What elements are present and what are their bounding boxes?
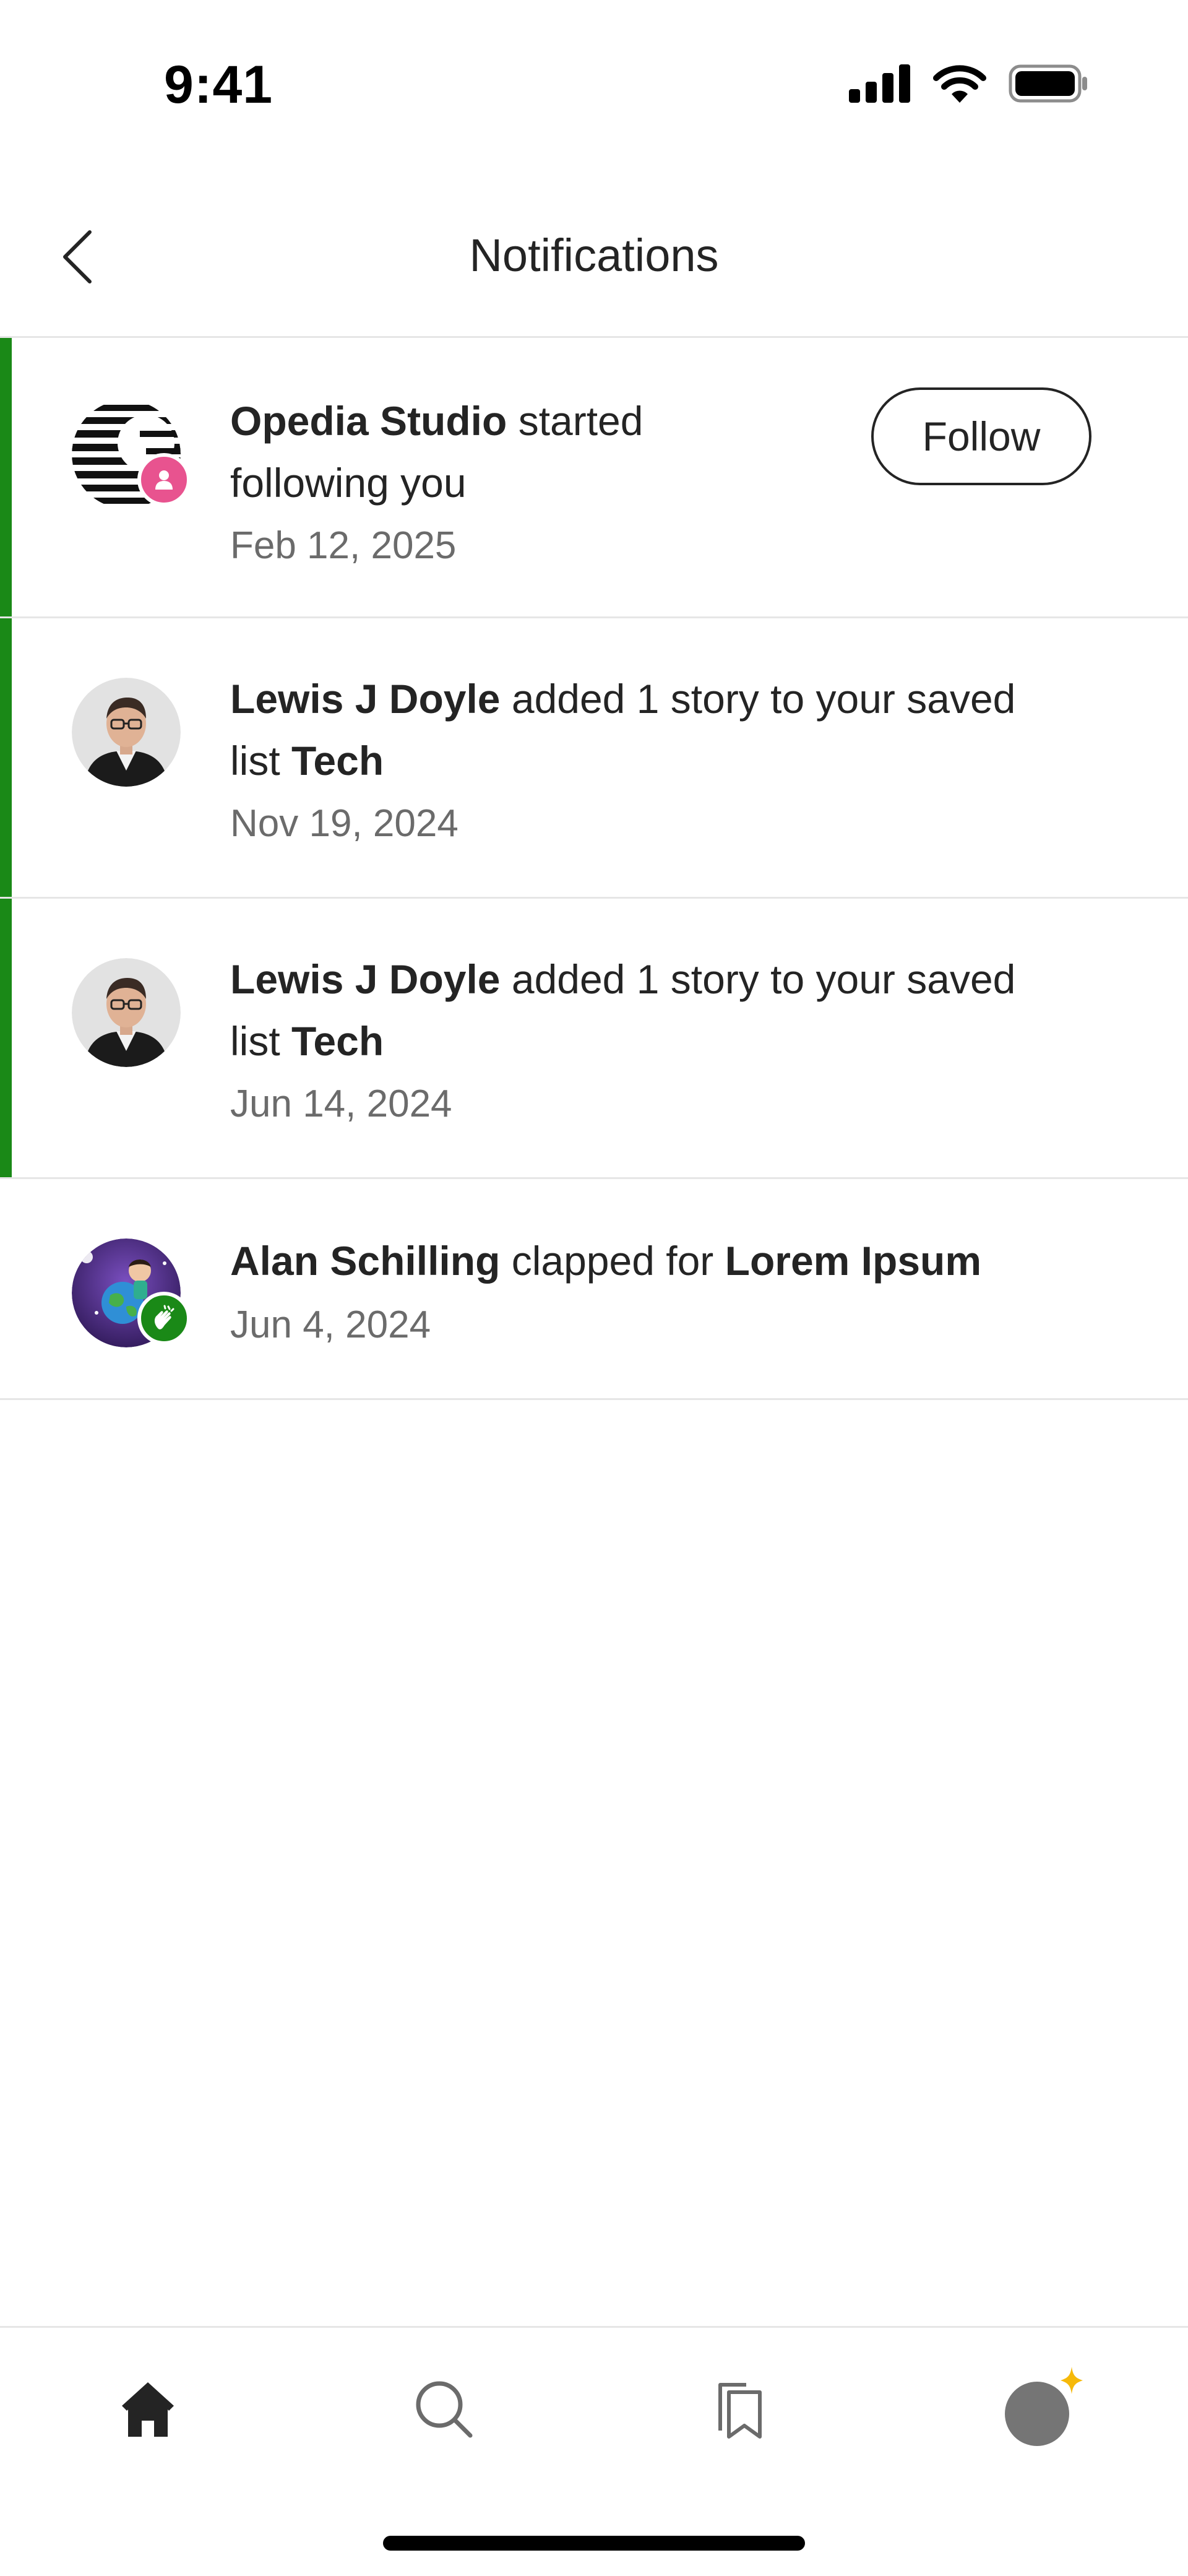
notification-text: added 1 story to your saved (511, 676, 1016, 722)
follow-badge (137, 453, 191, 506)
notification-date: Jun 14, 2024 (230, 1083, 452, 1125)
lewis-j-doyle-avatar (72, 678, 181, 787)
notification-date: Nov 19, 2024 (230, 802, 458, 845)
status-time: 9:41 (164, 55, 273, 115)
tab-home[interactable] (101, 2363, 194, 2456)
actor-name[interactable]: Opedia Studio (230, 398, 507, 444)
sparkle-icon (1061, 2367, 1083, 2394)
notification-text: list (230, 1018, 280, 1064)
search-icon (416, 2381, 473, 2438)
actor-name[interactable]: Lewis J Doyle (230, 956, 501, 1002)
list-name[interactable]: Tech (291, 1018, 384, 1064)
list-name[interactable]: Tech (291, 738, 384, 784)
profile-icon (1005, 2367, 1083, 2446)
notification-row[interactable]: Lewis J Doyle added 1 story to your save… (0, 899, 1188, 1179)
avatar (72, 678, 181, 787)
clap-badge (137, 1292, 191, 1345)
unread-indicator (0, 618, 12, 897)
wifi-icon (933, 65, 986, 103)
battery-icon (1009, 64, 1087, 103)
signal-icon (849, 64, 910, 103)
actor-name[interactable]: Alan Schilling (230, 1238, 500, 1284)
notification-row[interactable]: Opedia Studio started following you Feb … (0, 338, 1188, 618)
follow-button[interactable]: Follow (871, 387, 1091, 485)
notification-date: Jun 4, 2024 (230, 1303, 431, 1346)
person-icon (155, 470, 173, 490)
unread-indicator (0, 338, 12, 616)
story-title[interactable]: Lorem Ipsum (725, 1238, 981, 1284)
tab-library[interactable] (694, 2363, 786, 2456)
clap-icon (154, 1305, 174, 1329)
home-icon (122, 2382, 174, 2437)
notification-text: list (230, 738, 280, 784)
home-indicator (383, 2536, 805, 2551)
notification-text: following you (230, 460, 467, 506)
tab-profile[interactable] (990, 2363, 1083, 2456)
notification-text: added 1 story to your saved (511, 956, 1016, 1002)
actor-name[interactable]: Lewis J Doyle (230, 676, 501, 722)
tab-search[interactable] (398, 2363, 491, 2456)
status-icons (849, 64, 1089, 103)
notification-text: clapped for (511, 1238, 714, 1284)
notification-row[interactable]: Alan Schilling clapped for Lorem Ipsum J… (0, 1179, 1188, 1400)
unread-indicator (0, 899, 12, 1177)
lewis-j-doyle-avatar (72, 958, 181, 1067)
notification-row[interactable]: Lewis J Doyle added 1 story to your save… (0, 618, 1188, 899)
avatar (72, 958, 181, 1067)
notification-text: started (518, 398, 644, 444)
notification-date: Feb 12, 2025 (230, 524, 457, 567)
bookmarks-icon (718, 2383, 762, 2439)
page-title: Notifications (469, 230, 719, 281)
